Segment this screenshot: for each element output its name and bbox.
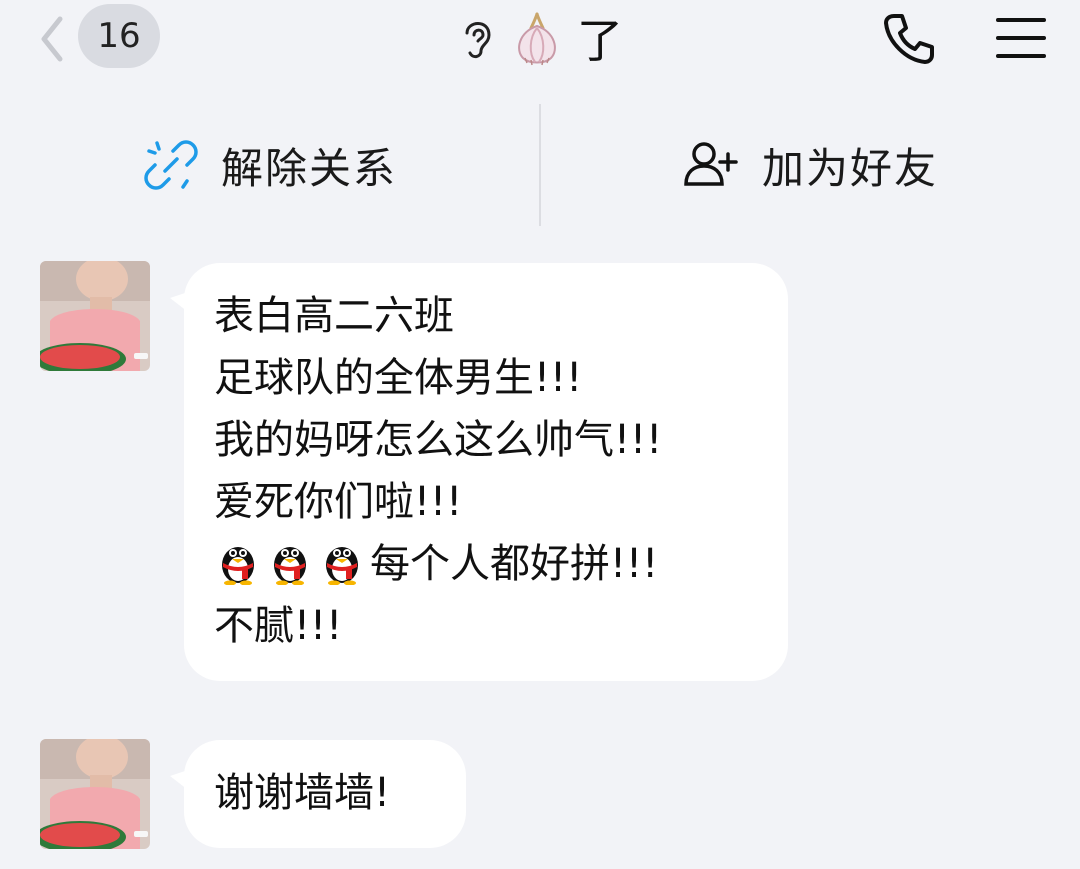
unlink-button[interactable]: 解除关系: [0, 104, 540, 226]
penguin-emoji-icon: [326, 547, 358, 585]
garlic-icon: [518, 12, 556, 66]
avatar-photo: [40, 739, 150, 849]
chevron-left-icon: [41, 16, 63, 62]
unlink-icon: [144, 140, 198, 190]
message-line: 我的妈呀怎么这么帅气!!!: [214, 417, 663, 463]
message-line-text: 每个人都好拼!!!: [370, 541, 659, 587]
chat-title-text: 了: [577, 14, 623, 68]
unread-count-badge[interactable]: 16: [78, 4, 160, 68]
message-bubble[interactable]: 表白高二六班 足球队的全体男生!!! 我的妈呀怎么这么帅气!!! 爱死你们啦!!…: [184, 263, 788, 681]
message-bubble[interactable]: 谢谢墙墙!: [184, 740, 466, 848]
message-line: 爱死你们啦!!!: [214, 479, 463, 525]
message-line: 足球队的全体男生!!!: [214, 355, 583, 401]
add-friend-button[interactable]: 加为好友: [540, 104, 1080, 226]
top-bar: 16 了: [0, 0, 1080, 104]
message-line: 不腻!!!: [214, 603, 343, 649]
back-button[interactable]: [30, 2, 70, 72]
ear-icon: [465, 22, 491, 59]
message-line: 表白高二六班: [214, 293, 454, 339]
message-line-with-emoji: 每个人都好拼!!!: [214, 533, 758, 595]
phone-icon[interactable]: [880, 8, 940, 68]
avatar[interactable]: [40, 261, 150, 371]
add-friend-icon: [684, 142, 738, 186]
relationship-action-bar: 解除关系 加为好友: [0, 104, 1080, 226]
message-line: 谢谢墙墙!: [214, 770, 391, 816]
avatar[interactable]: [40, 739, 150, 849]
avatar-photo: [40, 261, 150, 371]
penguin-emoji-icon: [222, 547, 254, 585]
menu-icon[interactable]: [992, 10, 1050, 66]
add-friend-label: 加为好友: [761, 143, 938, 193]
chat-area[interactable]: 表白高二六班 足球队的全体男生!!! 我的妈呀怎么这么帅气!!! 爱死你们啦!!…: [0, 226, 1080, 869]
action-divider: [539, 104, 541, 226]
chat-title[interactable]: 了: [420, 6, 660, 70]
penguin-emoji-icon: [274, 547, 306, 585]
unlink-label: 解除关系: [220, 143, 397, 193]
